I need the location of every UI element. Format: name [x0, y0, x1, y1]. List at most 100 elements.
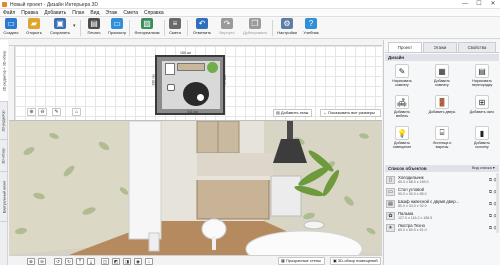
table-thumb-icon: ▭ — [386, 188, 395, 196]
home-icon[interactable]: ⌂ — [145, 257, 153, 265]
list-item[interactable]: ▭ Стол угловой 90.0 x 90.0 x 85.0 ⧉ ⚙ — [386, 187, 499, 197]
tilt-down-icon[interactable]: ⤓ — [87, 257, 95, 265]
scene-3d — [9, 121, 382, 255]
view-3d-canvas[interactable] — [9, 121, 382, 255]
toolbar-separator — [164, 20, 165, 36]
plan-palm[interactable] — [207, 62, 218, 73]
zoom-in-button[interactable]: ⊕ — [27, 108, 36, 116]
estimate-icon: ≡ — [169, 18, 181, 29]
close-button[interactable]: ✕ — [486, 0, 500, 9]
zoom-in-icon[interactable]: ⊕ — [27, 257, 35, 265]
toolbar-separator — [187, 20, 188, 36]
add-room-icon: ▦ — [435, 64, 449, 78]
tab-3d-editor[interactable]: 3D-редактор — [0, 102, 8, 140]
toolbar-separator — [80, 20, 81, 36]
design-section-header: Дизайн — [385, 54, 499, 61]
list-item[interactable]: ✿ Пальма 127.0 x 116.2 x 158.5 ⧉ ⚙ — [386, 211, 499, 221]
tab-project[interactable]: Проект — [388, 42, 422, 52]
tab-virtual-visit[interactable]: Виртуальный визит — [0, 172, 8, 222]
add-window-button[interactable]: ⊞ Добавить окно — [468, 95, 496, 120]
list-scrollbar[interactable] — [496, 173, 499, 233]
plan-dim-left: 280 см — [151, 74, 156, 86]
menu-floor[interactable]: Этаж — [105, 10, 117, 16]
add-column-icon: ▮ — [475, 126, 489, 140]
tab-floors[interactable]: Этажи — [423, 42, 457, 52]
toolbar: ▭ Создать ▰ Открыть ▣ Сохранить ▾ ▤ Печа… — [0, 17, 500, 39]
create-button[interactable]: ▭ Создать — [2, 18, 20, 38]
save-dropdown-icon[interactable]: ▾ — [73, 23, 76, 29]
view-top-icon[interactable]: ◩ — [112, 257, 120, 265]
redo-button[interactable]: ↷ Вернуть — [216, 18, 238, 38]
tilt-up-icon[interactable]: ⤒ — [76, 257, 84, 265]
save-button[interactable]: ▣ Сохранить — [48, 18, 72, 38]
add-door-button[interactable]: 🚪 Добавить дверь — [428, 95, 456, 120]
menu-estimate[interactable]: Смета — [123, 10, 138, 16]
tab-properties[interactable]: Свойства — [458, 42, 496, 52]
draw-room-icon: ✎ — [395, 64, 409, 78]
print-button[interactable]: ▤ Печать — [84, 18, 104, 38]
draw-partition-icon: ▤ — [475, 64, 489, 78]
view-mode-tabs: 2D-редактор + 3D-обзор 3D-редактор 3D-об… — [0, 40, 8, 265]
plan-stool[interactable] — [167, 84, 175, 91]
show-all-dimensions-button[interactable]: ↔ Показывать все размеры — [320, 109, 381, 117]
photo-icon: ▨ — [141, 18, 153, 29]
transparent-walls-toggle[interactable]: ▦ Прозрачные стены — [278, 257, 325, 265]
camera-icon[interactable]: ◉ — [134, 257, 142, 265]
menu-add[interactable]: Добавить — [44, 10, 66, 16]
menu-edit[interactable]: Правка — [21, 10, 38, 16]
add-floor-button[interactable]: ▤ Добавить этаж — [273, 109, 313, 117]
zoom-out-icon[interactable]: ⊖ — [38, 257, 46, 265]
estimate-button[interactable]: ≡ Смета — [166, 18, 184, 38]
list-item[interactable]: ☀ Люстра Техно 60.0 x 60.0 x 51.0 ⧉ ⚙ — [386, 223, 499, 233]
home-view-button[interactable]: ⌂ — [72, 108, 81, 116]
preview-button[interactable]: ▭ Просмотр — [106, 18, 128, 38]
measure-tool-button[interactable]: ✎ — [52, 108, 61, 116]
view-front-icon[interactable]: ◫ — [101, 257, 109, 265]
add-room-button[interactable]: ▦ Добавить комнату — [428, 64, 456, 89]
list-item[interactable]: ▯ Холодильник 60.0 x 68.0 x 189.0 ⧉ ⚙ — [386, 175, 499, 185]
tab-2d-editor-3d-view[interactable]: 2D-редактор + 3D-обзор — [0, 40, 8, 102]
stool — [148, 232, 160, 252]
stairs-cutouts-button[interactable]: ⌸ Лестница и вырезы — [428, 126, 456, 151]
duplicate-button[interactable]: ❐ Дублировать — [240, 18, 270, 38]
printer-icon: ▤ — [88, 18, 100, 29]
monitor-icon: ▭ — [111, 18, 123, 29]
tab-underline — [385, 52, 499, 53]
rotate-left-icon[interactable]: ↺ — [54, 257, 62, 265]
open-button[interactable]: ▰ Открыть — [24, 18, 44, 38]
help-icon: ? — [305, 18, 317, 29]
plan-chair[interactable] — [197, 94, 204, 101]
minimize-button[interactable]: — — [458, 0, 472, 9]
menu-help[interactable]: Справка — [144, 10, 164, 16]
rotate-right-icon[interactable]: ↻ — [65, 257, 73, 265]
title-bar: Новый проект - Дизайн Интерьера 3D — ☐ ✕ — [0, 0, 500, 9]
cabinet-thumb-icon: ▤ — [386, 200, 395, 208]
room-overview-button[interactable]: ▣ 3D-обзор помещений — [330, 257, 381, 265]
stove — [270, 175, 302, 217]
add-furniture-icon: 🛋 — [395, 95, 409, 109]
plan-counter[interactable] — [177, 63, 205, 71]
plan-dim-top: 180 см — [180, 51, 191, 55]
add-lighting-button[interactable]: 💡 Добавить освещение — [388, 126, 416, 151]
photorealism-button[interactable]: ▨ Фотореализм — [132, 18, 162, 38]
plan-fridge[interactable] — [165, 63, 175, 75]
tab-3d-view[interactable]: 3D-обзор — [0, 140, 8, 172]
view-side-icon[interactable]: ◨ — [123, 257, 131, 265]
add-column-button[interactable]: ▮ Добавить колонну — [468, 126, 496, 151]
maximize-button[interactable]: ☐ — [472, 0, 486, 9]
draw-partition-button[interactable]: ▤ Нарисовать перегородку — [468, 64, 496, 89]
menu-view[interactable]: Вид — [90, 10, 99, 16]
menu-file[interactable]: Файл — [3, 10, 15, 16]
list-item[interactable]: ▤ Шкаф навесной с двумя двер... 80.0 x 34… — [386, 199, 499, 209]
lower-cabinet — [196, 178, 270, 220]
undo-icon: ↶ — [196, 18, 208, 29]
menu-plan[interactable]: План — [72, 10, 84, 16]
tutorial-button[interactable]: ? Учебник — [301, 18, 321, 38]
draw-room-button[interactable]: ✎ Нарисовать комнату — [388, 64, 416, 89]
zoom-out-button[interactable]: ⊖ — [38, 108, 47, 116]
settings-button[interactable]: ⚙ Настройки — [275, 18, 299, 38]
add-furniture-button[interactable]: 🛋 Добавить мебель — [388, 95, 416, 120]
plan-table[interactable] — [183, 82, 209, 106]
list-view-dropdown[interactable]: Вид списка ▾ — [472, 165, 495, 172]
undo-button[interactable]: ↶ Отменить — [190, 18, 214, 38]
